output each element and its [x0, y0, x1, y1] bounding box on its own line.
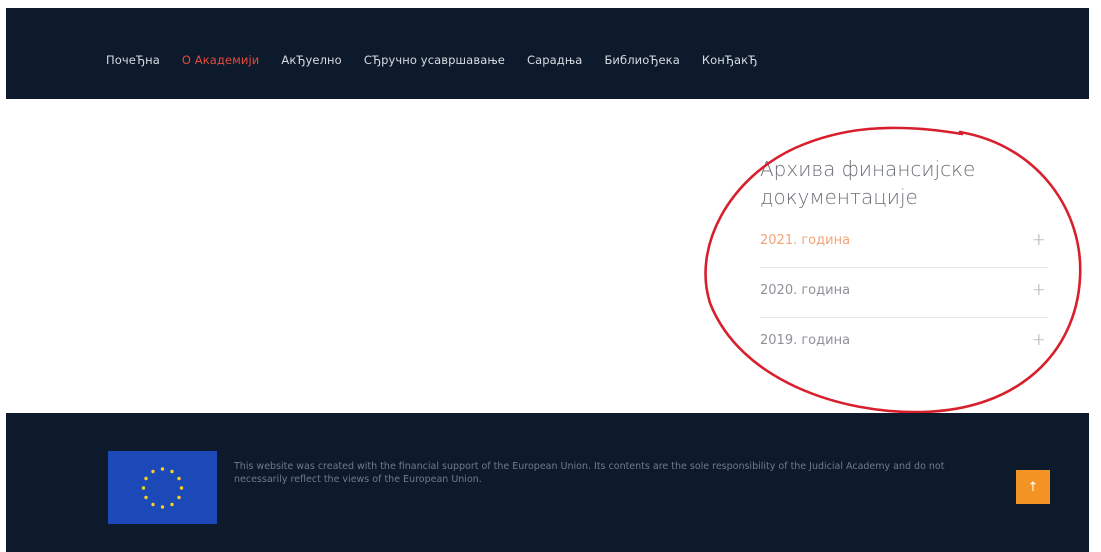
- accordion-item-2020[interactable]: 2020. година +: [760, 268, 1048, 318]
- nav-item-contact[interactable]: КонЂакЂ: [702, 53, 758, 67]
- archive-accordion: 2021. година + 2020. година + 2019. годи…: [760, 218, 1048, 367]
- plus-icon[interactable]: +: [1032, 330, 1046, 350]
- nav-item-about-academy[interactable]: О Академији: [182, 53, 260, 67]
- accordion-item-2021[interactable]: 2021. година +: [760, 218, 1048, 268]
- accordion-item-label: 2019. година: [760, 333, 851, 348]
- plus-icon[interactable]: +: [1032, 280, 1046, 300]
- main-nav: ПочеЂна О Академији АкЂуелно СЂручно уса…: [106, 53, 779, 67]
- nav-item-news[interactable]: АкЂуелно: [281, 53, 341, 67]
- archive-title: Архива финансијске документације: [760, 157, 976, 209]
- back-to-top-button[interactable]: ↑: [1016, 470, 1050, 504]
- accordion-item-label: 2020. година: [760, 283, 851, 298]
- nav-item-cooperation[interactable]: Сарадња: [527, 53, 582, 67]
- accordion-item-2019[interactable]: 2019. година +: [760, 318, 1048, 367]
- footer: This website was created with the financ…: [6, 413, 1089, 552]
- top-navbar: ПочеЂна О Академији АкЂуелно СЂручно уса…: [6, 8, 1089, 99]
- plus-icon[interactable]: +: [1032, 230, 1046, 250]
- accordion-item-label: 2021. година: [760, 233, 851, 248]
- nav-item-home[interactable]: ПочеЂна: [106, 53, 160, 67]
- arrow-up-icon: ↑: [1027, 479, 1039, 495]
- nav-item-library[interactable]: БиблиоЂека: [604, 53, 679, 67]
- nav-item-training[interactable]: СЂручно усавршавање: [364, 53, 505, 67]
- footer-disclaimer: This website was created with the financ…: [234, 461, 945, 485]
- page: ПочеЂна О Академији АкЂуелно СЂручно уса…: [0, 0, 1101, 552]
- eu-flag-icon: [108, 451, 217, 524]
